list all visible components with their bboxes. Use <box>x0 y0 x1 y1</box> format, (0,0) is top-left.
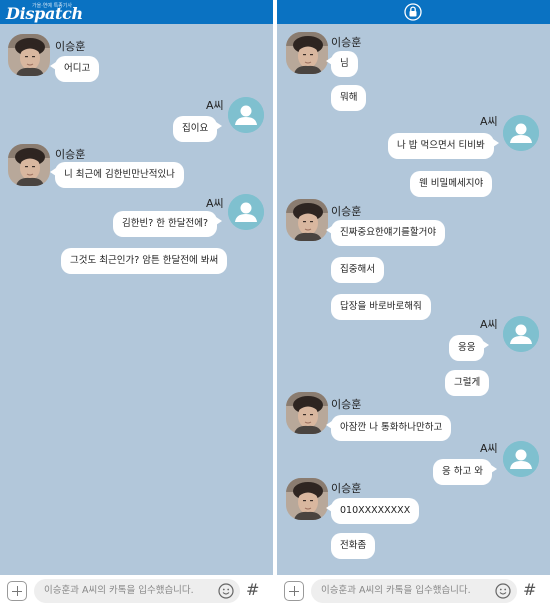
hash-icon[interactable]: # <box>246 580 259 599</box>
sender-name: A씨 <box>480 318 498 331</box>
sender-name: 이승훈 <box>331 482 362 495</box>
message-bubble[interactable]: 답장을 바로바로해줘 <box>331 294 431 320</box>
lock-icon <box>404 3 422 21</box>
message-bubble[interactable]: 어디고 <box>49 56 100 82</box>
avatar[interactable] <box>503 441 539 477</box>
plus-icon[interactable] <box>284 581 304 601</box>
avatar[interactable] <box>286 478 328 520</box>
logo-text: Dispatch <box>6 4 83 23</box>
message-bubble[interactable]: 그럴게 <box>445 370 490 396</box>
hash-icon[interactable]: # <box>523 580 536 599</box>
message-bubble[interactable]: 김한빈? 한 한달전에? <box>113 211 223 237</box>
avatar[interactable] <box>286 392 328 434</box>
message-bubble[interactable]: 전화좀 <box>331 533 376 559</box>
composer-bar: 이승훈과 A씨의 카톡을 입수했습니다. # <box>277 575 550 607</box>
message-input[interactable]: 이승훈과 A씨의 카톡을 입수했습니다. <box>34 579 240 603</box>
chat-panel-left: 가을·연예 특종기사 Dispatch 이승훈 어디고 A씨 집이요 이승훈 니… <box>0 0 273 607</box>
message-bubble[interactable]: 집중해서 <box>331 257 384 283</box>
message-bubble[interactable]: 나 밥 먹으면서 티비봐 <box>388 133 499 159</box>
avatar[interactable] <box>503 316 539 352</box>
avatar[interactable] <box>503 115 539 151</box>
message-bubble[interactable]: 니 최근에 김한빈만난적있나 <box>50 162 184 188</box>
composer-bar: 이승훈과 A씨의 카톡을 입수했습니다. # <box>0 575 273 607</box>
avatar[interactable] <box>228 194 264 230</box>
sender-name: 이승훈 <box>55 40 86 53</box>
sender-name: A씨 <box>206 99 224 112</box>
message-bubble[interactable]: 010XXXXXXXX <box>325 498 420 524</box>
emoji-icon[interactable] <box>495 583 511 599</box>
sender-name: A씨 <box>480 442 498 455</box>
message-bubble[interactable]: 아잠깐 나 통화하나만하고 <box>325 415 452 441</box>
message-bubble[interactable]: 님 <box>326 51 358 77</box>
sender-name: A씨 <box>206 197 224 210</box>
sender-name: 이승훈 <box>331 205 362 218</box>
plus-icon[interactable] <box>7 581 27 601</box>
avatar[interactable] <box>286 32 328 74</box>
avatar[interactable] <box>8 34 50 76</box>
message-bubble[interactable]: 그것도 최근인가? 암튼 한달전에 봐써 <box>61 248 228 274</box>
header-bar: 가을·연예 특종기사 Dispatch <box>0 0 273 24</box>
sender-name: 이승훈 <box>331 36 362 49</box>
avatar[interactable] <box>8 144 50 186</box>
message-bubble[interactable]: 뭐해 <box>331 85 367 111</box>
sender-name: 이승훈 <box>55 148 86 161</box>
message-input[interactable]: 이승훈과 A씨의 카톡을 입수했습니다. <box>311 579 517 603</box>
message-bubble[interactable]: 웬 비밀메세지야 <box>410 171 493 197</box>
message-bubble[interactable]: 집이요 <box>173 116 223 142</box>
message-bubble[interactable]: 응응 <box>449 335 491 361</box>
sender-name: 이승훈 <box>331 398 362 411</box>
chat-panel-right: 이승훈 님 뭐해 A씨 나 밥 먹으면서 티비봐 웬 비밀메세지야 이승훈 진짜… <box>277 0 550 607</box>
avatar[interactable] <box>228 97 264 133</box>
message-bubble[interactable]: 응 하고 와 <box>433 459 497 485</box>
sender-name: A씨 <box>480 115 498 128</box>
emoji-icon[interactable] <box>218 583 234 599</box>
message-bubble[interactable]: 진짜중요한얘기를할거야 <box>325 220 446 246</box>
avatar[interactable] <box>286 199 328 241</box>
header-bar <box>277 0 550 24</box>
